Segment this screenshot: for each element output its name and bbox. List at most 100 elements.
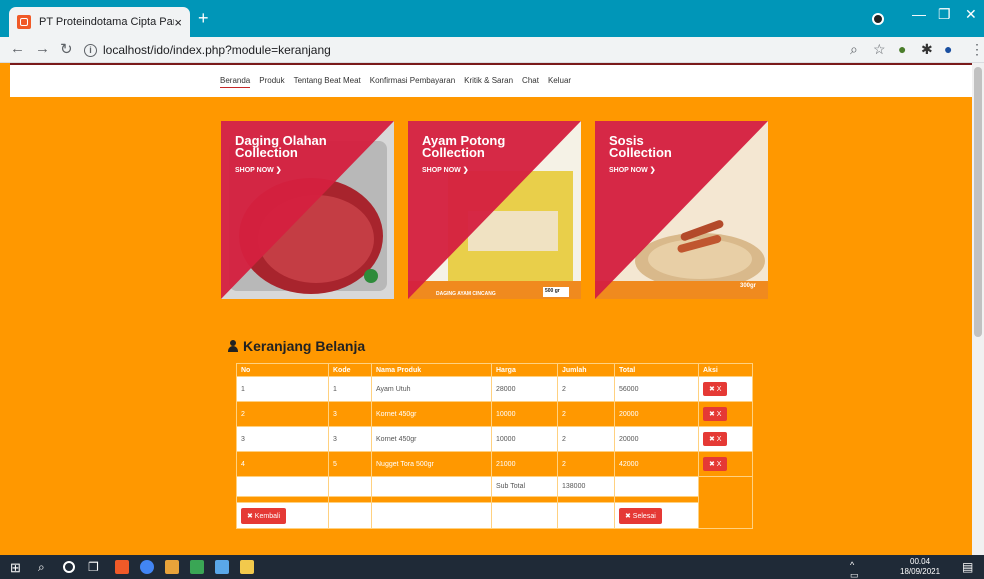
cell-nama: Ayam Utuh — [371, 376, 492, 402]
clock-date: 18/09/2021 — [900, 567, 941, 576]
table-row: 4 5 Nugget Tora 500gr 21000 2 42000 ✖ X — [236, 451, 753, 477]
banner-title: Sosis Collection — [609, 133, 672, 160]
banner-title: Ayam Potong Collection — [422, 133, 506, 160]
close-window-icon[interactable]: ✕ — [965, 6, 977, 23]
subtotal-label: Sub Total — [491, 476, 558, 497]
xampp-favicon-icon — [17, 15, 31, 29]
col-aksi: Aksi — [698, 363, 753, 377]
nav-kritik[interactable]: Kritik & Saran — [464, 76, 513, 88]
back-icon[interactable]: ← — [10, 40, 25, 57]
windows-start-icon[interactable]: ⊞ — [10, 560, 24, 575]
cell-aksi: ✖ X — [698, 426, 753, 452]
extension-icon[interactable]: ● — [898, 41, 906, 57]
notification-icon[interactable]: ▤ — [962, 560, 976, 574]
cell-aksi: ✖ X — [698, 401, 753, 427]
cell-kode: 5 — [328, 451, 372, 477]
cell-harga: 21000 — [491, 451, 558, 477]
file-explorer-icon[interactable] — [240, 560, 254, 574]
cell-no: 4 — [236, 451, 329, 477]
star-icon[interactable]: ☆ — [873, 41, 886, 58]
address-bar: ← → ↻ i localhost/ido/index.php?module=k… — [0, 37, 984, 63]
nav-keluar[interactable]: Keluar — [548, 76, 571, 88]
banner-sosis[interactable]: Sosis Collection SHOP NOW ❯ 300gr — [595, 121, 768, 299]
restore-icon[interactable]: ❐ — [938, 6, 951, 23]
delete-item-button[interactable]: ✖ X — [703, 407, 728, 421]
cell-nama: Nugget Tora 500gr — [371, 451, 492, 477]
cart-heading: Keranjang Belanja — [228, 338, 365, 354]
cell-no: 1 — [236, 376, 329, 402]
nav-chat[interactable]: Chat — [522, 76, 539, 88]
nav-produk[interactable]: Produk — [259, 76, 284, 88]
col-total: Total — [614, 363, 699, 377]
taskbar-clock[interactable]: 00.04 18/09/2021 — [900, 557, 940, 577]
cell-kode: 1 — [328, 376, 372, 402]
subtotal-value: 138000 — [557, 476, 615, 497]
col-jumlah: Jumlah — [557, 363, 615, 377]
zoom-icon[interactable]: ⌕ — [850, 41, 858, 58]
new-tab-icon[interactable]: + — [198, 9, 209, 27]
cell-kode: 3 — [328, 426, 372, 452]
cell-total: 42000 — [614, 451, 699, 477]
search-icon[interactable]: ⌕ — [38, 560, 52, 574]
tab-title: PT Proteindotama Cipta Pangan — [39, 16, 174, 28]
nav-beranda[interactable]: Beranda — [220, 76, 251, 88]
cortana-icon[interactable] — [63, 561, 75, 573]
cell-total: 20000 — [614, 426, 699, 452]
table-header-row: No Kode Nama Produk Harga Jumlah Total A… — [236, 363, 753, 377]
cell-total: 56000 — [614, 376, 699, 402]
banner-ayam-potong[interactable]: Ayam Potong Collection SHOP NOW ❯ DAGING … — [408, 121, 581, 299]
forward-icon[interactable]: → — [35, 40, 50, 57]
browser-tab[interactable]: PT Proteindotama Cipta Pangan × — [9, 7, 190, 37]
banner-daging-olahan[interactable]: Daging Olahan Collection SHOP NOW ❯ — [221, 121, 394, 299]
cell-jumlah: 2 — [557, 451, 615, 477]
delete-item-button[interactable]: ✖ X — [703, 382, 728, 396]
menu-icon[interactable]: ⋮ — [970, 41, 984, 58]
cell-no: 3 — [236, 426, 329, 452]
finish-button[interactable]: ✖ Selesai — [619, 507, 662, 524]
site-navbar: Beranda Produk Tentang Beat Meat Konfirm… — [10, 65, 972, 97]
editor-icon[interactable] — [190, 560, 204, 574]
cell-jumlah: 2 — [557, 401, 615, 427]
puzzle-icon[interactable]: ✱ — [921, 41, 933, 58]
cell-harga: 10000 — [491, 401, 558, 427]
app-icon[interactable] — [165, 560, 179, 574]
shop-now-link[interactable]: SHOP NOW ❯ — [235, 166, 282, 174]
nav-konfirmasi[interactable]: Konfirmasi Pembayaran — [370, 76, 455, 88]
pack-weight: 300gr — [740, 283, 757, 289]
info-icon[interactable]: i — [84, 43, 97, 57]
table-row: 1 1 Ayam Utuh 28000 2 56000 ✖ X — [236, 376, 753, 402]
table-row: 2 3 Kornet 450gr 10000 2 20000 ✖ X — [236, 401, 753, 427]
page-scrollbar[interactable] — [972, 63, 984, 555]
delete-item-button[interactable]: ✖ X — [703, 432, 728, 446]
nav-tentang[interactable]: Tentang Beat Meat — [294, 76, 361, 88]
tab-close-icon[interactable]: × — [174, 15, 182, 30]
col-no: No — [236, 363, 329, 377]
back-button[interactable]: ✖ Kembali — [241, 507, 287, 524]
table-row: 3 3 Kornet 450gr 10000 2 20000 ✖ X — [236, 426, 753, 452]
tray-icons[interactable]: ^ ▭ ◁ — [850, 560, 864, 579]
minimize-icon[interactable]: — — [912, 6, 926, 22]
col-harga: Harga — [491, 363, 558, 377]
delete-item-button[interactable]: ✖ X — [703, 457, 728, 471]
scrollbar-thumb[interactable] — [974, 67, 982, 337]
profile-avatar-icon[interactable]: ● — [944, 41, 952, 57]
record-icon[interactable] — [872, 13, 884, 25]
task-view-icon[interactable]: ❐ — [88, 560, 102, 574]
aksi-filler — [698, 476, 753, 529]
shop-now-link[interactable]: SHOP NOW ❯ — [609, 166, 656, 174]
cell-kode: 3 — [328, 401, 372, 427]
cell-jumlah: 2 — [557, 426, 615, 452]
cart-table: No Kode Nama Produk Harga Jumlah Total A… — [236, 363, 753, 529]
reload-icon[interactable]: ↻ — [60, 40, 73, 58]
xampp-icon[interactable] — [115, 560, 129, 574]
shop-now-link[interactable]: SHOP NOW ❯ — [422, 166, 469, 174]
app-icon[interactable] — [215, 560, 229, 574]
chrome-icon[interactable] — [140, 560, 154, 574]
cell-harga: 10000 — [491, 426, 558, 452]
cell-nama: Kornet 450gr — [371, 401, 492, 427]
url-field[interactable]: i localhost/ido/index.php?module=keranja… — [84, 40, 824, 60]
user-icon — [228, 340, 238, 352]
cell-jumlah: 2 — [557, 376, 615, 402]
subtotal-row: Sub Total 138000 — [236, 476, 753, 529]
browser-tabbar: PT Proteindotama Cipta Pangan × + — ❐ ✕ — [0, 0, 984, 37]
